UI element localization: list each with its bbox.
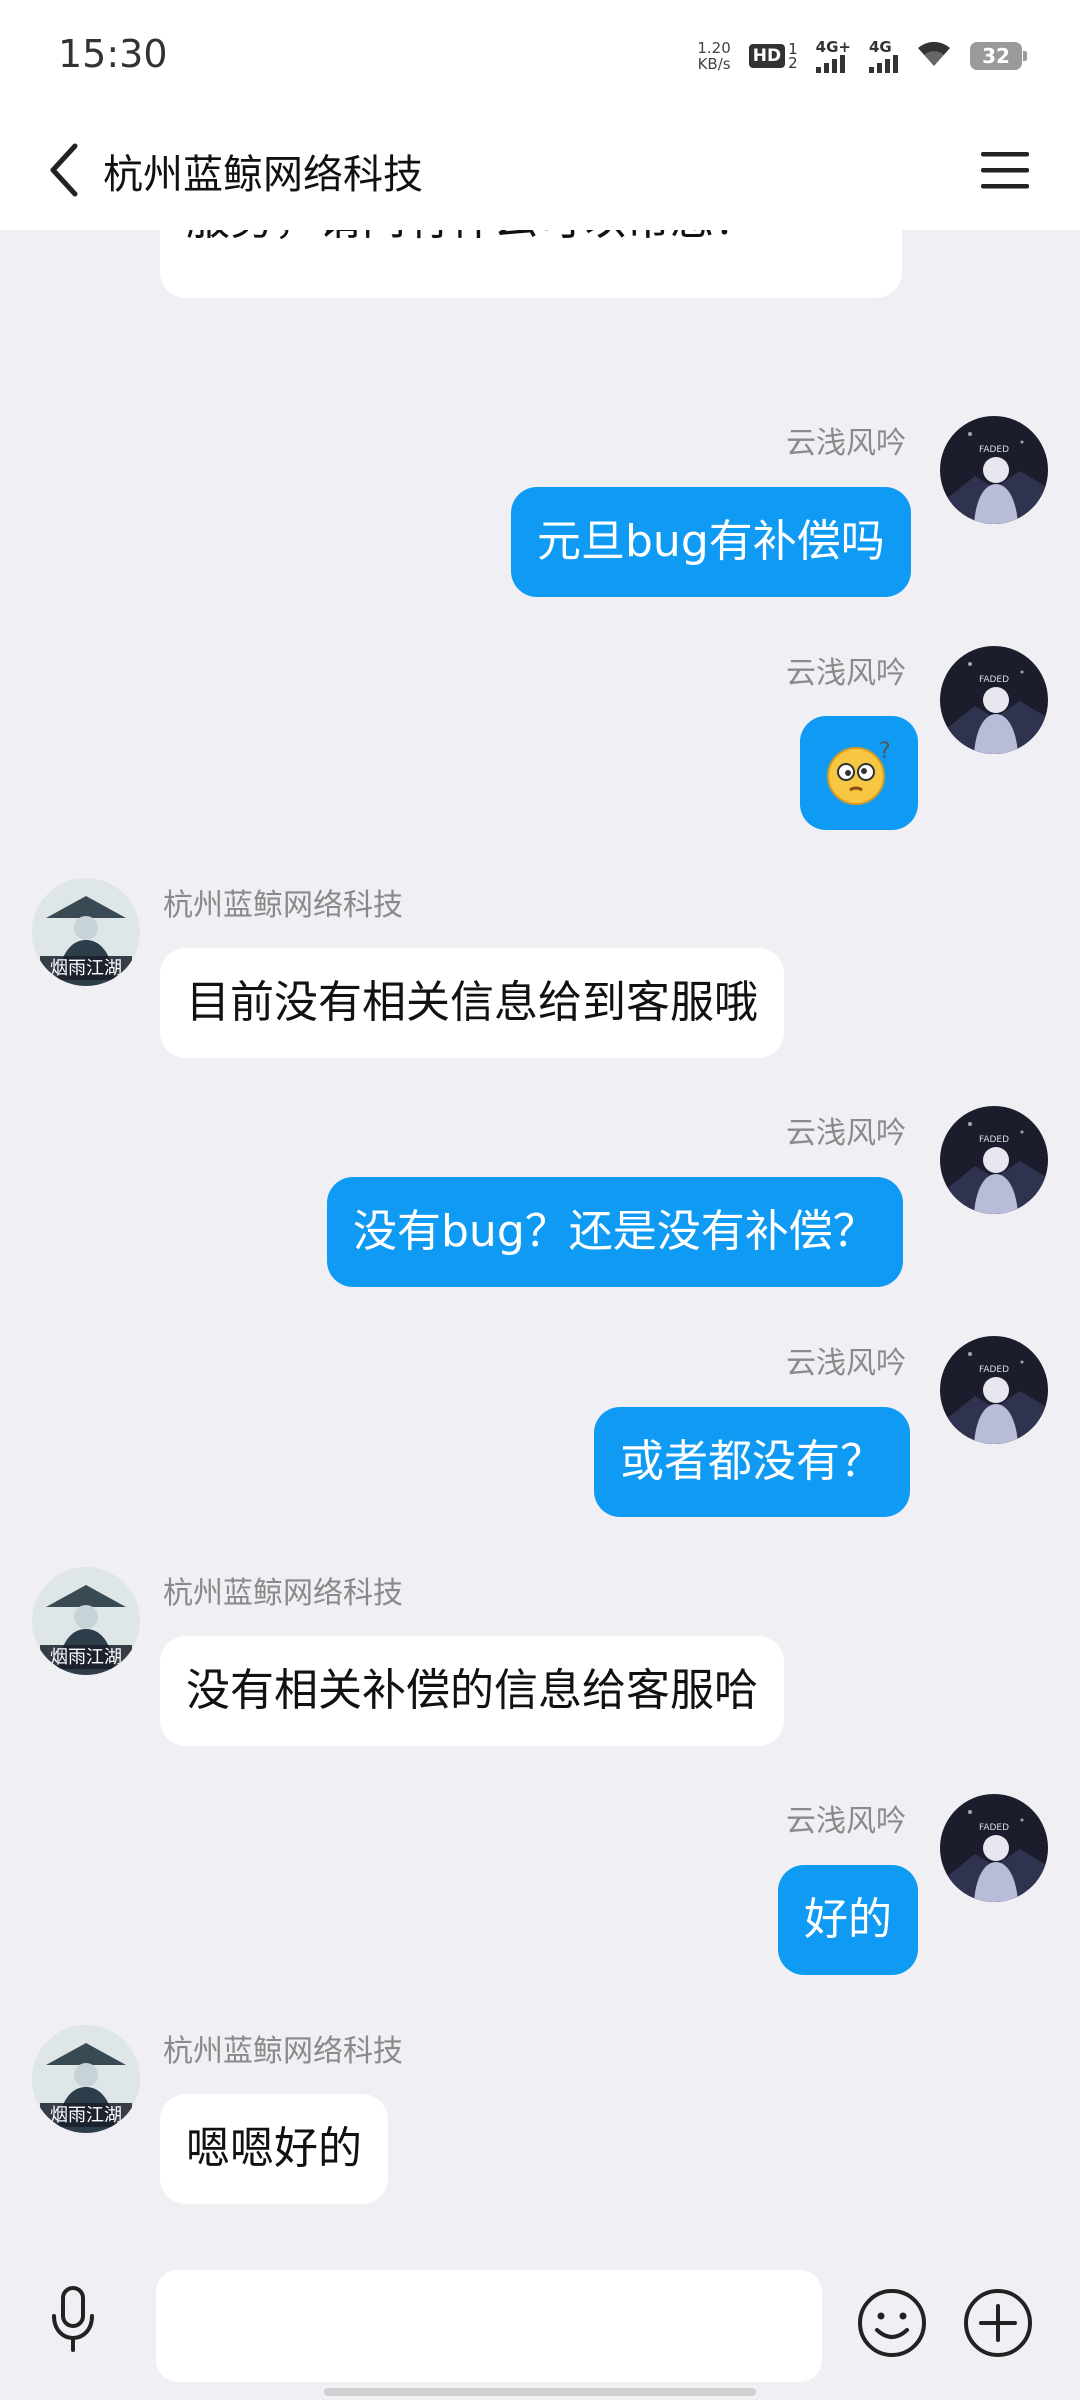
- avatar-caption: FADED: [979, 1135, 1009, 1145]
- message-text: 好的: [804, 1894, 892, 1945]
- message-bubble-outgoing[interactable]: 没有bug？还是没有补偿？: [327, 1177, 903, 1287]
- svg-text:?: ?: [879, 739, 891, 764]
- sender-name: 杭州蓝鲸网络科技: [163, 1576, 403, 1611]
- avatar-caption: 烟雨江湖: [50, 1647, 122, 1668]
- hd-sub-bottom: 2: [788, 54, 798, 72]
- message-bubble-outgoing[interactable]: 元旦bug有补偿吗: [511, 487, 911, 597]
- signal-sim1-icon: 4G+: [815, 38, 851, 73]
- avatar-caption: 烟雨江湖: [50, 2105, 122, 2126]
- status-icons: 1.20 KB/s HD 1 2 4G+ 4G 32: [697, 36, 1027, 76]
- avatar-caption: FADED: [979, 1823, 1009, 1833]
- message-bubble-outgoing-emoji[interactable]: ?: [800, 716, 918, 830]
- message-bubble-incoming[interactable]: 服务，请问有什么可以帮您？: [160, 230, 902, 298]
- avatar-self[interactable]: FADED: [940, 1794, 1048, 1902]
- more-actions-button[interactable]: [961, 2286, 1035, 2360]
- message-text: 或者都没有？: [620, 1436, 884, 1487]
- smiley-icon: [858, 2289, 926, 2357]
- message-bubble-incoming[interactable]: 没有相关补偿的信息给客服哈: [160, 1636, 784, 1746]
- sender-name: 杭州蓝鲸网络科技: [163, 888, 403, 923]
- hd-sub: 1 2: [788, 42, 798, 72]
- avatar-other[interactable]: 烟雨江湖: [32, 1567, 140, 1675]
- message-bubble-outgoing[interactable]: 或者都没有？: [594, 1407, 910, 1517]
- battery-level: 32: [982, 44, 1010, 68]
- avatar-caption: 烟雨江湖: [50, 958, 122, 979]
- network-speed-unit: KB/s: [697, 55, 731, 73]
- message-text: 元旦bug有补偿吗: [537, 516, 885, 567]
- network-speed: 1.20 KB/s: [697, 40, 730, 72]
- sender-name: 云浅风吟: [786, 1804, 906, 1839]
- hd-voice-icon: HD 1 2: [748, 42, 798, 72]
- chevron-left-icon: [50, 143, 78, 197]
- wifi-icon: [916, 40, 952, 72]
- confused-face-emoji-icon: ?: [827, 739, 891, 805]
- home-indicator[interactable]: [324, 2388, 756, 2396]
- page-title: 杭州蓝鲸网络科技: [103, 152, 423, 198]
- battery-icon: 32: [970, 42, 1027, 70]
- sender-name: 杭州蓝鲸网络科技: [163, 2034, 403, 2069]
- network-speed-value: 1.20: [697, 39, 731, 57]
- sender-name: 云浅风吟: [786, 656, 906, 691]
- microphone-icon: [52, 2286, 94, 2352]
- sender-name: 云浅风吟: [786, 426, 906, 461]
- chat-message-list[interactable]: 服务，请问有什么可以帮您？ 云浅风吟 FADED 元旦bug有补偿吗 云浅风吟 …: [0, 230, 1080, 2250]
- sim1-network-label: 4G+: [815, 38, 851, 56]
- message-bubble-incoming[interactable]: 嗯嗯好的: [160, 2094, 388, 2204]
- message-text: 没有相关补偿的信息给客服哈: [186, 1665, 758, 1716]
- status-bar: 15:30 1.20 KB/s HD 1 2 4G+ 4G 32: [0, 0, 1080, 110]
- emoji-button[interactable]: [855, 2286, 929, 2360]
- message-text: 没有bug？还是没有补偿？: [353, 1206, 877, 1257]
- avatar-self[interactable]: FADED: [940, 646, 1048, 754]
- back-button[interactable]: [30, 130, 100, 210]
- avatar-caption: FADED: [979, 445, 1009, 455]
- avatar-self[interactable]: FADED: [940, 1106, 1048, 1214]
- avatar-self[interactable]: FADED: [940, 416, 1048, 524]
- message-text: 目前没有相关信息给到客服哦: [186, 977, 758, 1028]
- plus-circle-icon: [964, 2289, 1032, 2357]
- message-bubble-incoming[interactable]: 目前没有相关信息给到客服哦: [160, 948, 784, 1058]
- menu-button[interactable]: [970, 132, 1040, 208]
- sender-name: 云浅风吟: [786, 1346, 906, 1381]
- sender-name: 云浅风吟: [786, 1116, 906, 1151]
- avatar-self[interactable]: FADED: [940, 1336, 1048, 1444]
- sim2-network-label: 4G: [869, 38, 892, 56]
- avatar-caption: FADED: [979, 1365, 1009, 1375]
- avatar-caption: FADED: [979, 675, 1009, 685]
- message-input[interactable]: [156, 2270, 822, 2382]
- message-bubble-outgoing[interactable]: 好的: [778, 1865, 918, 1975]
- message-input-bar: [0, 2250, 1080, 2400]
- chat-header: 杭州蓝鲸网络科技: [0, 110, 1080, 230]
- avatar-other[interactable]: 烟雨江湖: [32, 878, 140, 986]
- message-text: 嗯嗯好的: [186, 2123, 362, 2174]
- avatar-other[interactable]: 烟雨江湖: [32, 2025, 140, 2133]
- voice-input-button[interactable]: [38, 2274, 108, 2364]
- hd-label: HD: [748, 44, 786, 68]
- signal-sim2-icon: 4G: [869, 39, 898, 73]
- hamburger-menu-icon: [981, 152, 1029, 189]
- status-time: 15:30: [58, 32, 168, 76]
- message-text: 服务，请问有什么可以帮您？: [186, 230, 758, 250]
